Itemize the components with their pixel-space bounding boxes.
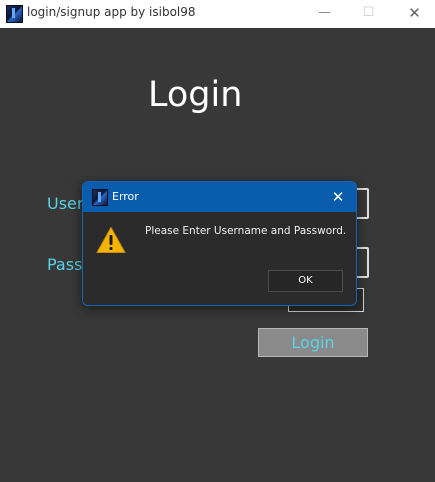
ok-button[interactable]: OK <box>268 270 343 292</box>
app-logo-icon <box>6 5 23 23</box>
maximize-button[interactable]: ☐ <box>346 0 391 28</box>
close-icon: ✕ <box>408 4 421 22</box>
close-icon: ✕ <box>331 188 345 206</box>
minimize-button[interactable]: — <box>302 0 347 28</box>
dialog-titlebar[interactable]: Error ✕ <box>83 182 356 212</box>
login-button[interactable]: Login <box>258 328 368 357</box>
minimize-icon: — <box>318 5 331 20</box>
app-logo-icon <box>92 189 108 206</box>
close-window-button[interactable]: ✕ <box>392 0 435 28</box>
dialog-title: Error <box>112 190 139 203</box>
window-titlebar[interactable]: login/signup app by isibol98 — ☐ ✕ <box>0 0 435 28</box>
warning-icon <box>96 227 126 253</box>
maximize-icon: ☐ <box>362 5 375 20</box>
dialog-close-button[interactable]: ✕ <box>323 185 353 209</box>
window-title: login/signup app by isibol98 <box>27 5 196 19</box>
error-dialog: Error ✕ Please Enter Username and Passwo… <box>82 181 357 306</box>
page-title: Login <box>148 75 243 115</box>
dialog-message: Please Enter Username and Password. <box>145 225 347 237</box>
app-window: login/signup app by isibol98 — ☐ ✕ Login… <box>0 0 435 482</box>
